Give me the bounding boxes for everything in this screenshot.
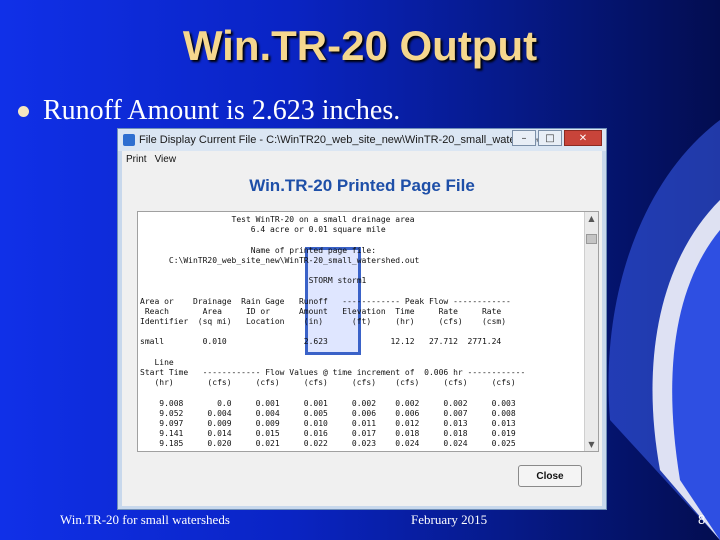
bullet-dot-icon	[18, 105, 29, 117]
output-line: Line	[140, 357, 174, 367]
output-line: small 0.010 2.623 12.12 27.712 2771.24	[140, 337, 502, 347]
close-window-button[interactable]: ✕	[564, 130, 602, 146]
output-line: C:\WinTR20_web_site_new\WinTR-20_small_w…	[140, 255, 420, 265]
footer-date: February 2015	[411, 512, 488, 527]
output-line: 9.097 0.009 0.009 0.010 0.011 0.012 0.01…	[140, 419, 516, 428]
menu-bar: Print View	[122, 151, 602, 168]
window-title: File Display Current File - C:\WinTR20_w…	[139, 134, 562, 146]
bullet-text: Runoff Amount is 2.623 inches.	[43, 95, 401, 126]
vertical-scrollbar[interactable]: ▲ ▼	[584, 212, 598, 451]
close-button[interactable]: Close	[518, 465, 582, 487]
output-line: 9.185 0.020 0.021 0.022 0.023 0.024 0.02…	[140, 439, 516, 449]
output-line: 9.008 0.0 0.001 0.001 0.002 0.002 0.002 …	[140, 398, 516, 408]
output-line: 9.052 0.004 0.004 0.005 0.006 0.006 0.00…	[140, 408, 516, 418]
window-controls: – □ ✕	[510, 130, 602, 146]
output-line: Identifier (sq mi) Location (in) (ft) (h…	[140, 317, 507, 326]
file-display-window: File Display Current File - C:\WinTR20_w…	[117, 128, 607, 510]
minimize-button[interactable]: –	[512, 130, 536, 146]
output-line: Area or Drainage Rain Gage Runoff ------…	[140, 296, 511, 306]
output-line: Reach Area ID or Amount Elevation Time R…	[140, 306, 502, 316]
output-line: Start Time ------------ Flow Values @ ti…	[140, 368, 526, 377]
scroll-up-icon[interactable]: ▲	[585, 212, 598, 225]
output-line: STORM storm1	[140, 276, 367, 286]
output-line: 9.229 0.026 0.027 0.028 0.029 0.030 0.03…	[140, 450, 515, 451]
bullet-item: Runoff Amount is 2.623 inches.	[18, 95, 400, 127]
menu-print[interactable]: Print	[126, 154, 147, 165]
scroll-down-icon[interactable]: ▼	[585, 438, 598, 451]
app-icon	[123, 134, 135, 146]
output-line: Test WinTR-20 on a small drainage area	[140, 215, 415, 224]
printed-page-heading: Win.TR-20 Printed Page File	[249, 176, 475, 195]
window-titlebar[interactable]: File Display Current File - C:\WinTR20_w…	[118, 129, 606, 151]
menu-view[interactable]: View	[155, 154, 177, 165]
scroll-thumb[interactable]	[586, 234, 597, 244]
footer-title: Win.TR-20 for small watersheds	[60, 512, 230, 527]
output-line: (hr) (cfs) (cfs) (cfs) (cfs) (cfs) (cfs)…	[140, 378, 516, 388]
window-client-area: Win.TR-20 Printed Page File ▲ ▼ Test Win…	[122, 168, 602, 506]
output-line: Name of printed page file:	[140, 245, 377, 255]
slide-title: Win.TR-20 Output	[182, 22, 538, 69]
output-line: 6.4 acre or 0.01 square mile	[140, 225, 386, 235]
output-text-pane[interactable]: ▲ ▼ Test WinTR-20 on a small drainage ar…	[137, 211, 599, 452]
page-number: 8	[698, 512, 706, 527]
output-line: 9.141 0.014 0.015 0.016 0.017 0.018 0.01…	[140, 429, 516, 439]
maximize-button[interactable]: □	[538, 130, 562, 146]
